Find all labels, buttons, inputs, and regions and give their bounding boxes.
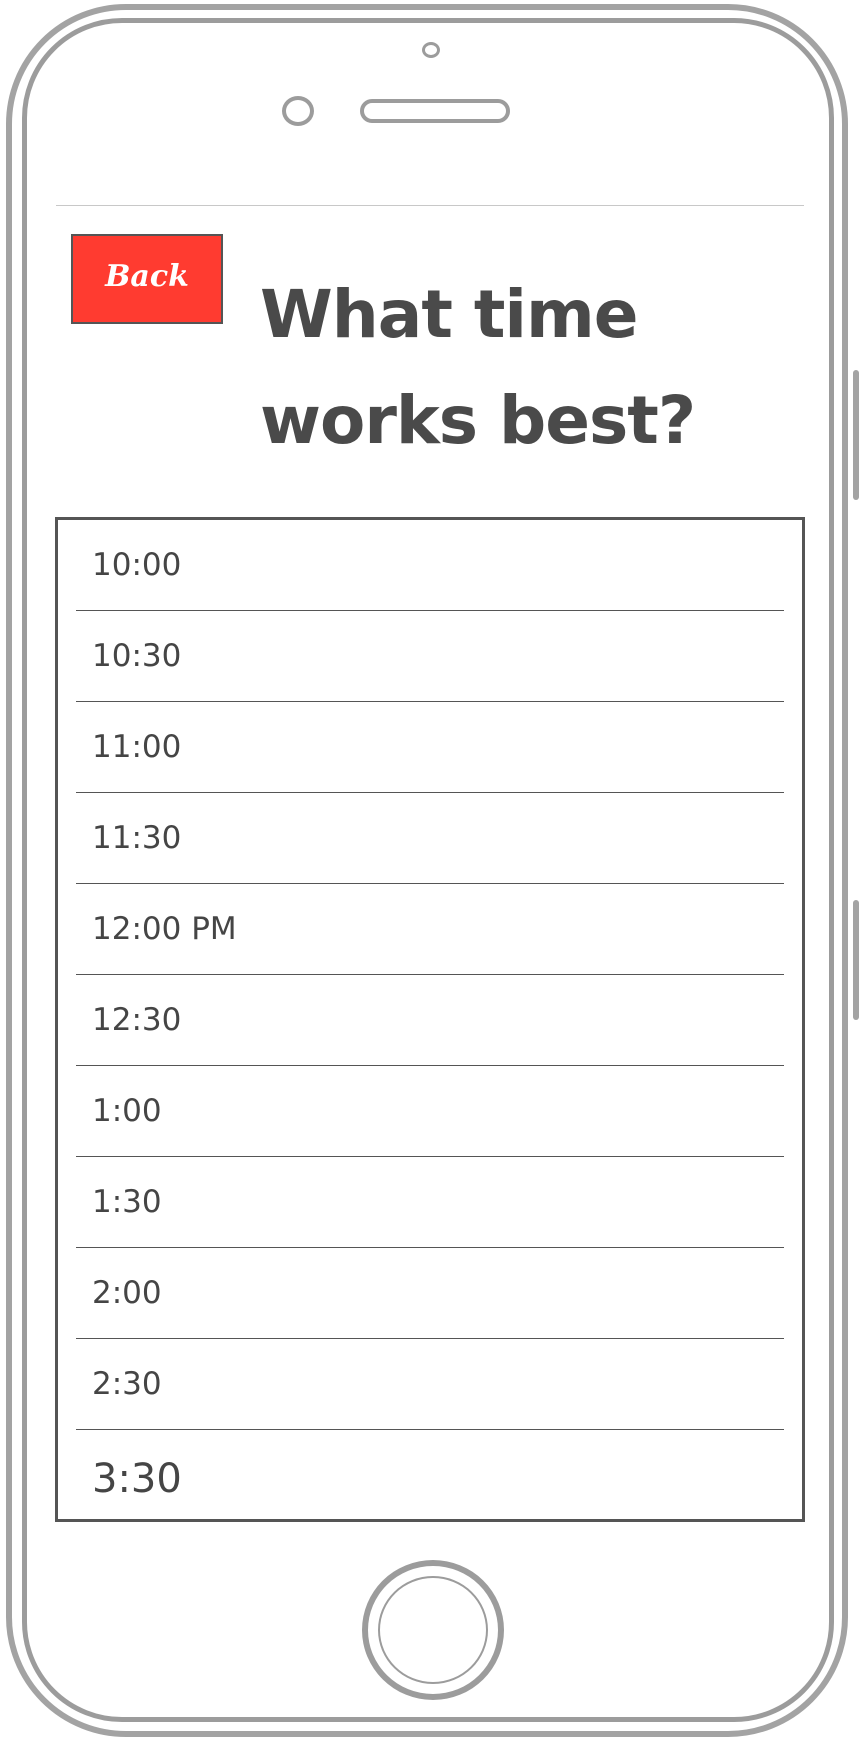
home-button-ring <box>378 1576 488 1684</box>
earpiece-speaker <box>360 99 510 123</box>
sensor-icon <box>282 96 314 126</box>
time-slot-row[interactable]: 1:30 <box>76 1157 784 1248</box>
page-title-line2: works best? <box>260 382 696 459</box>
side-button <box>853 900 859 1020</box>
time-slot-row[interactable]: 11:00 <box>76 702 784 793</box>
time-slot-row[interactable]: 10:00 <box>76 520 784 611</box>
front-camera-icon <box>422 42 440 58</box>
time-slot-row[interactable]: 10:30 <box>76 611 784 702</box>
time-slot-list[interactable]: 10:00 10:30 11:00 11:30 12:00 PM 12:30 1… <box>55 517 805 1522</box>
time-slot-row[interactable]: 12:00 PM <box>76 884 784 975</box>
time-slot-row[interactable]: 12:30 <box>76 975 784 1066</box>
screen-divider <box>56 205 804 206</box>
page-title: What time works best? <box>260 262 760 474</box>
back-button[interactable]: Back <box>71 234 223 324</box>
time-slot-row[interactable]: 11:30 <box>76 793 784 884</box>
time-slot-row[interactable]: 2:30 <box>76 1339 784 1430</box>
time-slot-row[interactable]: 2:00 <box>76 1248 784 1339</box>
page-title-line1: What time <box>260 276 639 353</box>
time-slot-row[interactable]: 1:00 <box>76 1066 784 1157</box>
home-button[interactable] <box>362 1560 504 1700</box>
time-slot-row[interactable]: 3:30 <box>76 1430 784 1519</box>
power-button <box>853 370 859 500</box>
